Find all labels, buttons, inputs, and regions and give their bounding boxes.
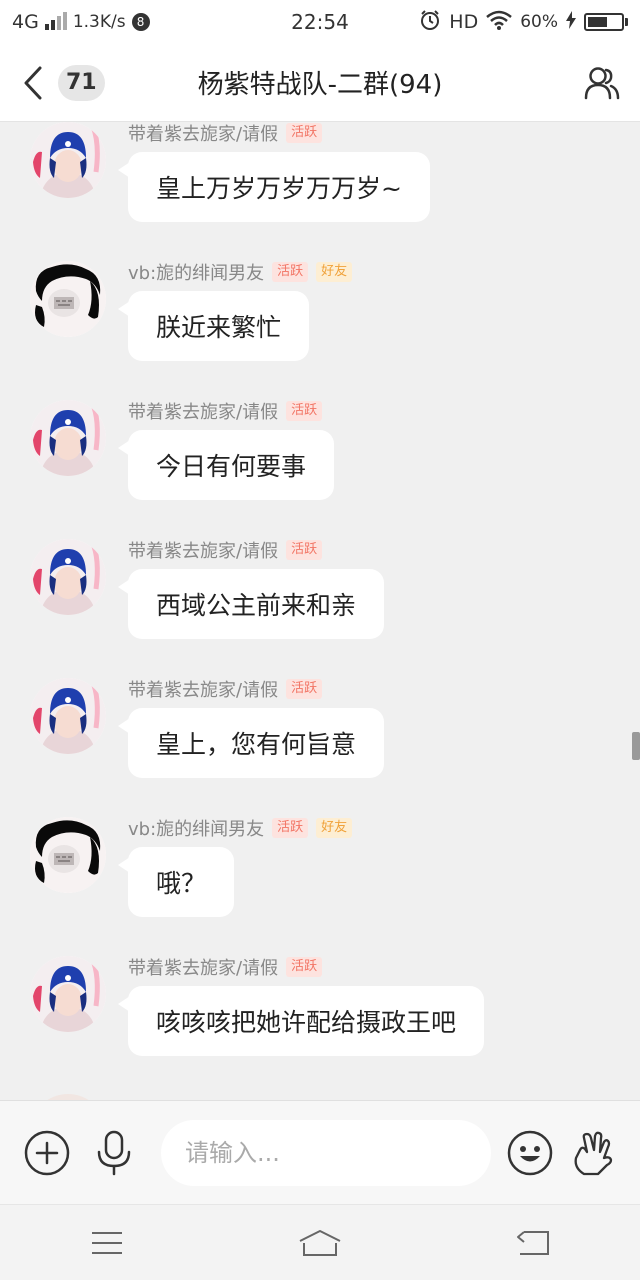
message-bubble[interactable]: 哦？ — [117, 847, 235, 917]
system-nav-bar — [0, 1204, 640, 1280]
alarm-icon — [419, 9, 441, 36]
avatar[interactable] — [30, 678, 106, 754]
message-row: vb:旎的绯闻男友 活跃 好友 朕近来繁忙 — [0, 261, 640, 391]
sender-line: 带着紫去旎家/请假 活跃 — [128, 537, 323, 563]
message-bubble[interactable]: 西域公主前来和亲 — [117, 569, 385, 639]
charging-icon — [566, 10, 576, 34]
unread-count-badge[interactable]: 71 — [58, 64, 105, 101]
message-row: 带着紫去旎家/请假 活跃皇上万岁万岁万万岁~ — [0, 122, 640, 252]
back-icon[interactable] — [18, 63, 48, 103]
sender-line: vb:旎的绯闻男友 活跃 好友 — [128, 815, 353, 841]
network-type: 4G — [12, 11, 39, 33]
message-bubble[interactable]: 皇上，您有何旨意 — [117, 708, 385, 778]
active-tag: 活跃 — [286, 540, 323, 560]
group-members-icon[interactable] — [582, 63, 622, 103]
avatar[interactable] — [30, 122, 106, 198]
active-tag: 活跃 — [272, 818, 309, 838]
status-left: 4G 1.3K/s 8 — [12, 11, 252, 33]
status-bar: 4G 1.3K/s 8 22:54 HD 60% — [0, 0, 640, 44]
home-icon[interactable] — [290, 1218, 350, 1268]
battery-icon — [584, 13, 628, 31]
active-tag: 活跃 — [286, 123, 323, 143]
network-speed: 1.3K/s — [72, 12, 126, 32]
sender-name[interactable]: 带着紫去旎家/请假 — [128, 676, 278, 702]
friend-tag: 好友 — [316, 262, 353, 282]
avatar[interactable] — [30, 817, 106, 893]
input-bar — [0, 1100, 640, 1204]
message-bubble[interactable]: 朕近来繁忙 — [117, 291, 310, 361]
message-bubble[interactable]: 咳咳咳把她许配给摄政王吧 — [117, 986, 485, 1056]
active-tag: 活跃 — [286, 401, 323, 421]
message-bubble[interactable]: 皇上万岁万岁万万岁~ — [118, 152, 430, 222]
sender-name[interactable]: 带着紫去旎家/请假 — [128, 398, 278, 424]
message-row: 带着紫去旎家/请假 活跃皇上，您有何旨意 — [0, 678, 640, 808]
notification-count-badge: 8 — [131, 13, 150, 31]
microphone-icon[interactable] — [88, 1125, 142, 1181]
back-nav-icon[interactable] — [503, 1218, 563, 1268]
avatar[interactable] — [30, 956, 106, 1032]
sender-name[interactable]: 带着紫去旎家/请假 — [128, 537, 278, 563]
sender-line: 带着紫去旎家/请假 活跃 — [128, 954, 323, 980]
emoji-icon[interactable] — [503, 1125, 557, 1181]
message-row: 带着紫去旎家/请假 活跃西域公主前来和亲 — [0, 539, 640, 669]
active-tag: 活跃 — [272, 262, 309, 282]
active-tag: 活跃 — [286, 957, 323, 977]
sender-name[interactable]: vb:旎的绯闻男友 — [128, 815, 264, 841]
friend-tag: 好友 — [316, 818, 353, 838]
sender-line: 带着紫去旎家/请假 活跃 — [128, 122, 323, 146]
wifi-icon — [486, 10, 513, 35]
scrollbar-thumb[interactable] — [632, 732, 640, 760]
add-icon[interactable] — [20, 1125, 74, 1181]
active-tag: 活跃 — [286, 679, 323, 699]
avatar[interactable] — [30, 400, 106, 476]
status-right: HD 60% — [419, 9, 628, 36]
message-row: 带着紫去旎家/请假 活跃咳咳咳把她许配给摄政王吧 — [0, 956, 640, 1086]
sender-name[interactable]: 带着紫去旎家/请假 — [128, 954, 278, 980]
sender-line: 带着紫去旎家/请假 活跃 — [128, 676, 323, 702]
sender-line: vb:旎的绯闻男友 活跃 好友 — [128, 259, 353, 285]
menu-icon[interactable] — [77, 1218, 137, 1268]
avatar[interactable] — [30, 261, 106, 337]
message-row: 带着紫去旎家/请假 活跃今日有何要事 — [0, 400, 640, 530]
message-row: vb:旎的绯闻男友 活跃 好友哦？ — [0, 817, 640, 947]
message-input[interactable] — [161, 1119, 491, 1186]
signal-icon — [44, 12, 67, 30]
gesture-hand-icon[interactable] — [567, 1125, 621, 1181]
battery-fill — [588, 17, 608, 27]
sender-name[interactable]: vb:旎的绯闻男友 — [128, 259, 264, 285]
battery-percent: 60% — [520, 12, 558, 32]
sender-line: 带着紫去旎家/请假 活跃 — [128, 398, 323, 424]
sender-name[interactable]: 带着紫去旎家/请假 — [128, 122, 278, 146]
chat-header: 71 杨紫特战队-二群(94) — [0, 44, 640, 122]
hd-indicator: HD — [449, 11, 479, 33]
avatar[interactable] — [30, 539, 106, 615]
message-bubble[interactable]: 今日有何要事 — [117, 430, 335, 500]
message-list[interactable]: 带着紫去旎家/请假 活跃 皇上万岁万岁万万岁~ vb:旎的绯闻男友 活跃 好友 朕近来繁忙带… — [0, 122, 640, 1100]
